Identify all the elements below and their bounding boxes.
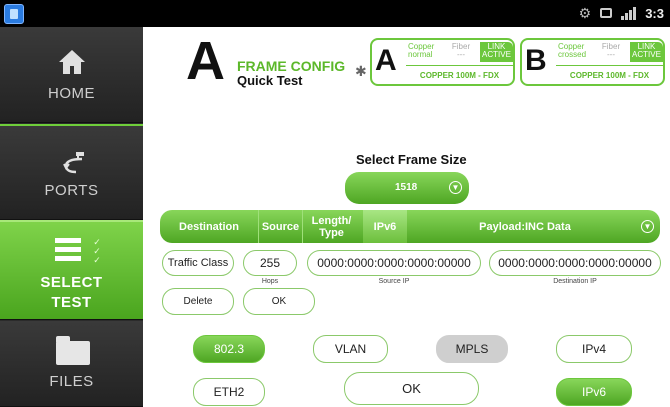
status-time: 3:3 <box>645 5 664 21</box>
gear-icon: ⚙ <box>578 4 592 21</box>
tab-payload[interactable]: Payload:INC Data <box>410 210 640 243</box>
protocol-ipv4-button[interactable]: IPv4 <box>556 335 632 363</box>
sd-card-icon <box>600 8 613 18</box>
destination-ip-caption: Destination IP <box>553 278 597 285</box>
link-value: ACTIVE <box>632 50 661 59</box>
hops-field[interactable]: 255 <box>243 250 297 276</box>
copper-value: normal <box>408 50 433 59</box>
port-a-letter: A <box>186 31 225 91</box>
traffic-class-button[interactable]: Traffic Class <box>162 250 234 276</box>
tab-source[interactable]: Source <box>258 210 302 243</box>
link-status: LINK ACTIVE <box>630 42 663 62</box>
tab-length-label: Length/ <box>311 214 352 227</box>
source-ip-caption: Source IP <box>378 278 410 285</box>
sidebar-item-label: FILES <box>49 373 94 390</box>
sidebar: HOME PORTS SELECT TEST FILES <box>0 27 143 407</box>
delete-button[interactable]: Delete <box>162 288 234 315</box>
fiber-value: --- <box>607 50 615 59</box>
status-bar: ⚙ 3:3 <box>0 0 670 27</box>
copper-value: crossed <box>558 50 587 59</box>
port-a-status-panel[interactable]: A Copper normal Fiber --- LINK ACTIVE CO… <box>370 38 515 86</box>
sidebar-item-files[interactable]: FILES <box>0 321 143 407</box>
select-test-icon <box>55 238 91 268</box>
ok-small-button[interactable]: OK <box>243 288 315 315</box>
link-value: ACTIVE <box>482 50 511 59</box>
port-b-status-panel[interactable]: B Copper crossed Fiber --- LINK ACTIVE C… <box>520 38 665 86</box>
hops-caption: Hops <box>261 278 279 285</box>
copper-mode: Copper normal <box>408 42 442 62</box>
folder-icon <box>56 336 90 365</box>
protocol-802-3-button[interactable]: 802.3 <box>193 335 265 363</box>
protocol-ipv6-button[interactable]: IPv6 <box>556 378 632 406</box>
sidebar-item-ports[interactable]: PORTS <box>0 124 143 220</box>
link-status: LINK ACTIVE <box>480 42 513 62</box>
app-icon <box>4 4 24 24</box>
sidebar-item-label: TEST <box>51 294 92 311</box>
frame-size-value: 1518 <box>395 182 418 193</box>
bluetooth-icon: ✱ <box>355 63 367 79</box>
frame-size-label: Select Frame Size <box>356 152 467 167</box>
tab-ipv6[interactable]: IPv6 <box>363 210 407 243</box>
fiber-mode: Fiber --- <box>444 42 478 62</box>
tab-length-type[interactable]: Length/ Type <box>302 210 360 243</box>
sidebar-item-label: SELECT <box>40 274 103 291</box>
tab-destination[interactable]: Destination <box>160 210 258 243</box>
source-ip-field[interactable]: 0000:0000:0000:0000:00000 <box>307 250 481 276</box>
sidebar-item-home[interactable]: HOME <box>0 27 143 123</box>
copper-mode: Copper crossed <box>558 42 592 62</box>
home-icon <box>59 50 85 74</box>
status-icons: ⚙ 3:3 <box>579 3 664 23</box>
frame-field-tabs: Destination Source Length/ Type IPv6 Pay… <box>160 210 660 243</box>
port-letter: A <box>375 44 397 77</box>
page-title: FRAME CONFIG <box>237 58 346 74</box>
signal-icon <box>621 6 637 20</box>
port-letter: B <box>525 44 547 77</box>
port-connection-status: COPPER 100M - FDX <box>406 65 513 84</box>
sidebar-item-label: PORTS <box>44 182 99 199</box>
ports-icon <box>63 152 84 174</box>
protocol-eth2-button[interactable]: ETH2 <box>193 378 265 406</box>
chevron-down-icon: ▼ <box>449 181 462 194</box>
sidebar-item-label: HOME <box>48 85 95 102</box>
port-connection-status: COPPER 100M - FDX <box>556 65 663 84</box>
protocol-vlan-button[interactable]: VLAN <box>313 335 388 363</box>
sidebar-item-select-test[interactable]: SELECT TEST <box>0 220 143 320</box>
frame-size-dropdown[interactable]: 1518 ▼ <box>345 172 469 204</box>
fiber-value: --- <box>457 50 465 59</box>
tab-type-label: Type <box>319 226 344 239</box>
protocol-mpls-button[interactable]: MPLS <box>436 335 508 363</box>
ok-button[interactable]: OK <box>344 372 479 405</box>
destination-ip-field[interactable]: 0000:0000:0000:0000:00000 <box>489 250 661 276</box>
fiber-mode: Fiber --- <box>594 42 628 62</box>
chevron-down-icon[interactable]: ▼ <box>641 220 654 233</box>
page-subtitle: Quick Test <box>237 73 303 88</box>
